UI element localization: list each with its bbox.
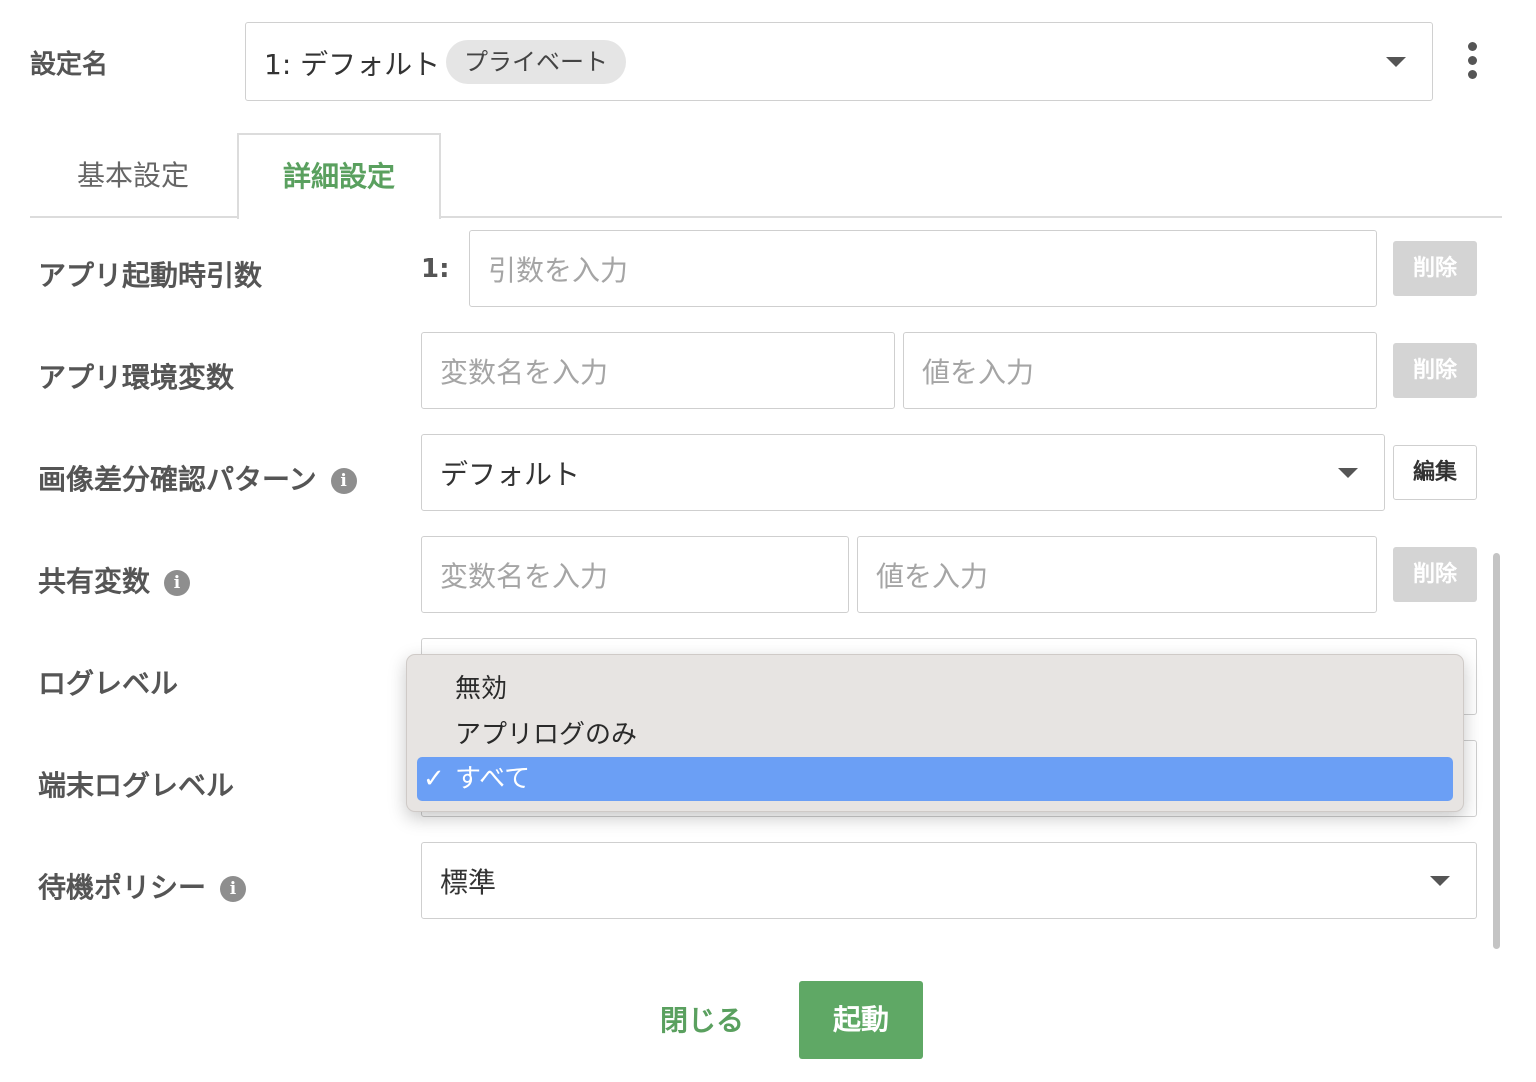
app-env-delete-button[interactable]: 削除 [1393, 343, 1477, 398]
app-args-placeholder: 引数を入力 [488, 253, 629, 287]
dropdown-option-label: 無効 [455, 674, 508, 704]
close-button[interactable]: 閉じる [640, 985, 764, 1057]
config-name-label: 設定名 [30, 50, 109, 80]
image-diff-label: 画像差分確認パターン i [38, 458, 357, 498]
wait-policy-value: 標準 [440, 865, 497, 899]
dropdown-option-all[interactable]: ✓ すべて [417, 757, 1453, 801]
app-env-value-placeholder: 値を入力 [922, 355, 1035, 389]
scrollbar-thumb[interactable] [1493, 553, 1500, 949]
launch-button[interactable]: 起動 [799, 981, 923, 1059]
chevron-down-icon [1386, 57, 1406, 67]
wait-policy-label-text: 待機ポリシー [38, 871, 207, 904]
dropdown-option-disabled[interactable]: 無効 [417, 667, 1453, 711]
app-args-index: 1: [421, 254, 450, 284]
config-select-value: 1: デフォルト [264, 48, 441, 81]
wait-policy-select[interactable]: 標準 [421, 842, 1477, 919]
app-env-label: アプリ環境変数 [38, 361, 235, 394]
shared-vars-value-placeholder: 値を入力 [876, 559, 989, 593]
chevron-down-icon [1338, 468, 1358, 478]
log-level-dropdown-menu: 無効 アプリログのみ ✓ すべて [406, 654, 1464, 812]
shared-vars-delete-button[interactable]: 削除 [1393, 547, 1477, 602]
image-diff-label-text: 画像差分確認パターン [38, 463, 317, 496]
image-diff-edit-button[interactable]: 編集 [1393, 445, 1477, 500]
log-level-label: ログレベル [38, 667, 179, 700]
dropdown-option-label: すべて [455, 764, 531, 794]
dropdown-option-label: アプリログのみ [455, 720, 638, 750]
vertical-dots-icon[interactable] [1460, 42, 1486, 82]
image-diff-value: デフォルト [440, 457, 581, 491]
config-select[interactable]: 1: デフォルト プライベート [245, 22, 1433, 101]
private-badge: プライベート [446, 40, 626, 84]
info-icon[interactable]: i [330, 468, 357, 494]
app-env-name-placeholder: 変数名を入力 [440, 355, 609, 389]
image-diff-select[interactable]: デフォルト [421, 434, 1385, 511]
device-log-level-label: 端末ログレベル [38, 769, 235, 802]
app-env-value-input[interactable]: 値を入力 [903, 332, 1377, 409]
shared-vars-name-input[interactable]: 変数名を入力 [421, 536, 849, 613]
shared-vars-label: 共有変数 i [38, 560, 191, 600]
tab-advanced-settings[interactable]: 詳細設定 [237, 133, 441, 219]
shared-vars-name-placeholder: 変数名を入力 [440, 559, 609, 593]
info-icon[interactable]: i [220, 876, 247, 902]
app-args-delete-button[interactable]: 削除 [1393, 241, 1477, 296]
chevron-down-icon [1430, 876, 1450, 886]
shared-vars-label-text: 共有変数 [38, 565, 151, 598]
app-env-name-input[interactable]: 変数名を入力 [421, 332, 895, 409]
wait-policy-label: 待機ポリシー i [38, 866, 247, 906]
tab-basic-settings[interactable]: 基本設定 [30, 134, 236, 218]
app-args-input[interactable]: 引数を入力 [469, 230, 1377, 307]
shared-vars-value-input[interactable]: 値を入力 [857, 536, 1377, 613]
dropdown-option-app-log-only[interactable]: アプリログのみ [417, 713, 1453, 757]
checkmark-icon: ✓ [423, 764, 445, 794]
info-icon[interactable]: i [164, 570, 191, 596]
app-args-label: アプリ起動時引数 [38, 259, 263, 292]
